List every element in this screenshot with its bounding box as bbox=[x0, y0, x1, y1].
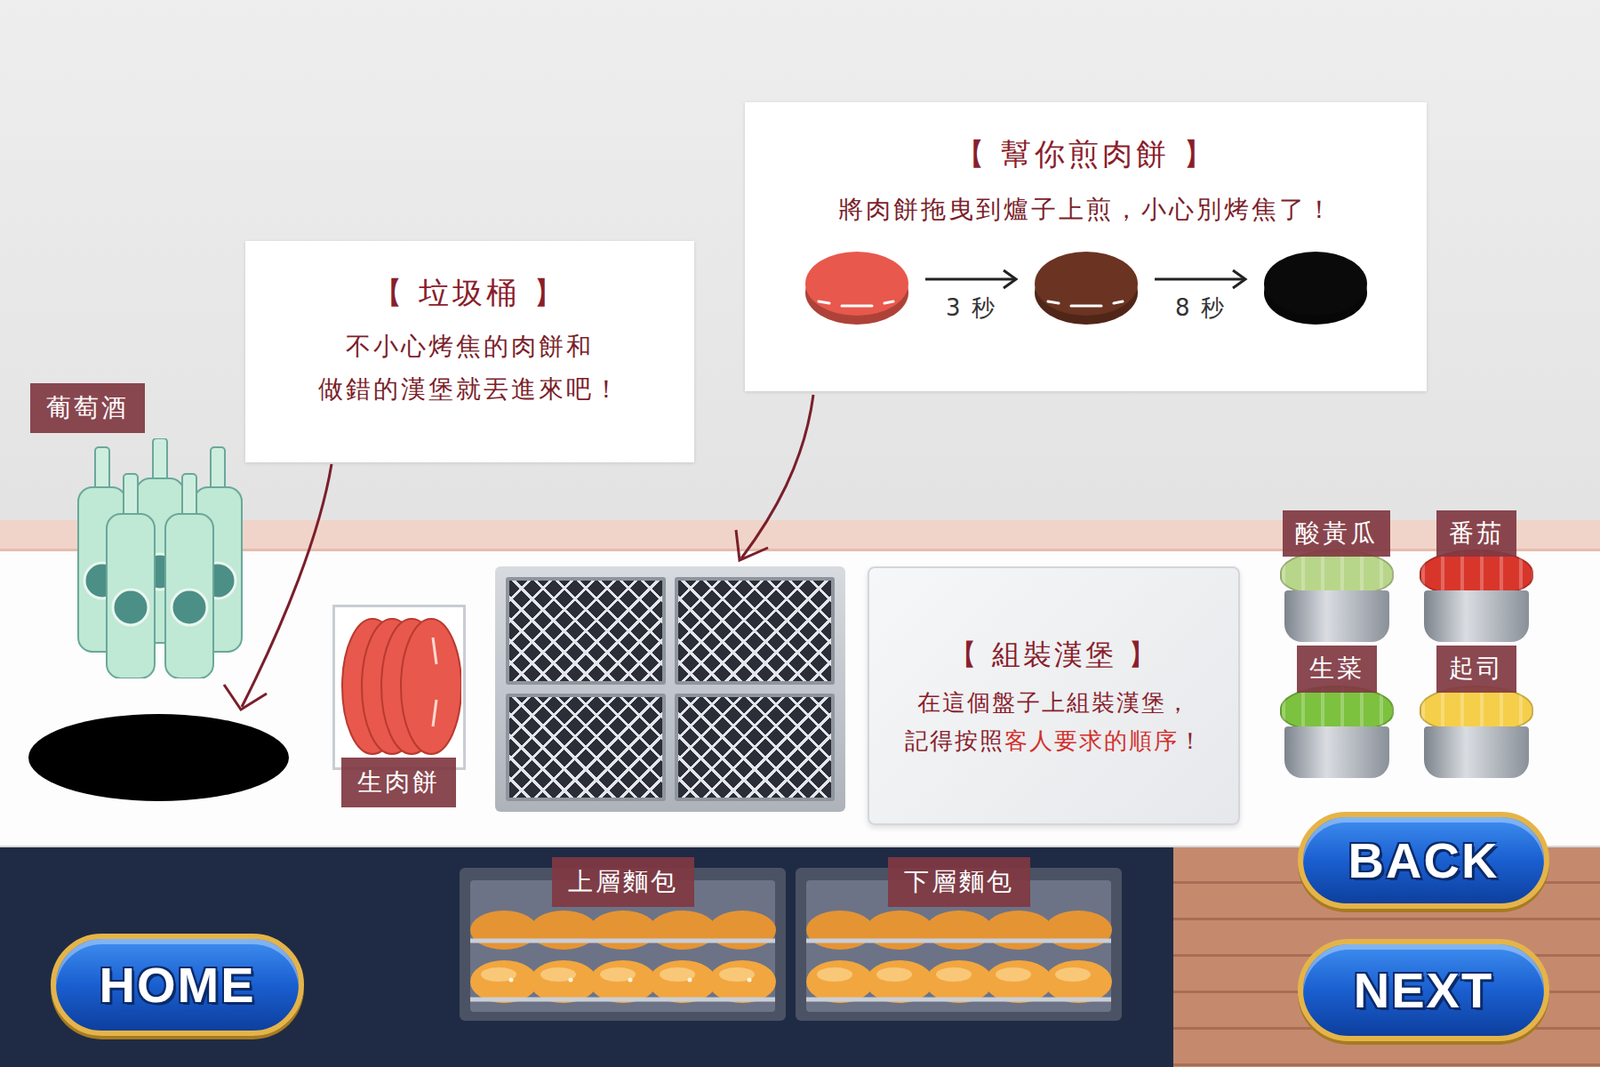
grill-burner[interactable] bbox=[674, 576, 835, 685]
patty-stage-icon bbox=[1028, 246, 1144, 328]
grill-tooltip: 【 幫你煎肉餅 】將肉餅拖曳到爐子上煎，小心別烤焦了！ 3 秒 8 秒 bbox=[744, 102, 1427, 392]
plate-title: 【 組裝漢堡 】 bbox=[948, 635, 1159, 675]
patty-stage-icon bbox=[799, 246, 915, 328]
tooltip-title: 【 幫你煎肉餅 】 bbox=[954, 134, 1218, 176]
ingredient-label: 生菜 bbox=[1296, 645, 1377, 692]
bread-drawer[interactable]: 下層麵包 bbox=[795, 867, 1122, 1021]
ingredient-bowl-icon bbox=[1418, 685, 1535, 778]
tooltip-text: 將肉餅拖曳到爐子上煎，小心別烤焦了！ bbox=[838, 192, 1335, 227]
ingredient[interactable]: 酸黃瓜 bbox=[1271, 510, 1403, 642]
bread-label: 上層麵包 bbox=[552, 856, 695, 907]
plate-text-segment: ！ bbox=[1178, 727, 1204, 754]
trash-tooltip: 【 垃圾桶 】不小心烤焦的肉餅和做錯的漢堡就丟進來吧！ bbox=[245, 240, 695, 463]
bowl-tub bbox=[1284, 590, 1390, 642]
bowl-tub bbox=[1284, 726, 1390, 778]
stage-arrow: 8 秒 bbox=[1151, 246, 1251, 324]
raw-patties: 生肉餅 bbox=[324, 604, 473, 808]
tooltip-text: 做錯的漢堡就丟進來吧！ bbox=[318, 372, 622, 407]
assembly-plate[interactable]: 【 組裝漢堡 】在這個盤子上組裝漢堡， 記得按照客人要求的順序！ bbox=[867, 566, 1240, 825]
trash-can[interactable] bbox=[28, 713, 289, 801]
arrow-icon bbox=[1151, 265, 1251, 293]
ingredient-label: 酸黃瓜 bbox=[1282, 510, 1391, 557]
arrow-icon bbox=[921, 265, 1022, 293]
plate-text: 記得按照客人要求的順序！ bbox=[904, 725, 1204, 757]
ingredient-label: 起司 bbox=[1436, 645, 1517, 692]
cooking-stages: 3 秒 8 秒 bbox=[799, 246, 1374, 328]
tooltip-title: 【 垃圾桶 】 bbox=[372, 272, 568, 314]
ingredient-label: 番茄 bbox=[1436, 510, 1517, 557]
ingredient-bowl-icon bbox=[1418, 549, 1535, 642]
grill-burner[interactable] bbox=[505, 693, 666, 801]
ingredient[interactable]: 起司 bbox=[1411, 645, 1544, 777]
bread-label: 下層麵包 bbox=[888, 856, 1031, 907]
game-scene: 上層麵包下層麵包葡萄酒生肉餅【 組裝漢堡 】在這個盤子上組裝漢堡，記得按照客人要… bbox=[0, 0, 1600, 1067]
ingredient-bowl-icon bbox=[1279, 685, 1395, 778]
bread-drawer[interactable]: 上層麵包 bbox=[459, 867, 786, 1021]
stage-arrow: 3 秒 bbox=[921, 246, 1022, 324]
wine-label: 葡萄酒 bbox=[30, 383, 145, 433]
trash-arrow-icon bbox=[241, 464, 332, 707]
plate-text-segment: 在這個盤子上組裝漢堡， bbox=[917, 688, 1192, 716]
wine-bottles-icon[interactable] bbox=[60, 438, 248, 679]
grill-burner[interactable] bbox=[674, 693, 835, 801]
ingredient-bowl-icon bbox=[1279, 549, 1395, 642]
home-button[interactable]: HOME bbox=[50, 933, 304, 1036]
ingredient[interactable]: 番茄 bbox=[1411, 510, 1544, 642]
grill-arrowhead-icon bbox=[736, 529, 768, 560]
bowl-tub bbox=[1424, 726, 1529, 778]
grill[interactable] bbox=[495, 566, 846, 812]
ingredients: 酸黃瓜番茄生菜 起司 bbox=[1271, 510, 1543, 778]
patty-stage-icon bbox=[1257, 246, 1374, 328]
raw-patty-icon bbox=[336, 610, 462, 762]
trash-arrowhead-icon bbox=[224, 684, 267, 710]
patty-tray[interactable] bbox=[332, 604, 466, 770]
ingredient[interactable]: 生菜 bbox=[1271, 645, 1403, 777]
grill-arrow-icon bbox=[741, 394, 814, 559]
next-button[interactable]: NEXT bbox=[1297, 938, 1550, 1041]
bowl-tub bbox=[1424, 590, 1529, 642]
plate-text-segment: 客人要求的順序 bbox=[1004, 727, 1179, 754]
stage-time: 8 秒 bbox=[1175, 292, 1226, 324]
plate-text: 在這個盤子上組裝漢堡， bbox=[917, 687, 1192, 719]
grill-burner[interactable] bbox=[505, 576, 666, 685]
back-button[interactable]: BACK bbox=[1297, 811, 1550, 909]
stage-time: 3 秒 bbox=[945, 292, 997, 324]
tooltip-text: 不小心烤焦的肉餅和 bbox=[345, 329, 594, 364]
plate-text-segment: 記得按照 bbox=[904, 727, 1005, 754]
raw-patty-label: 生肉餅 bbox=[341, 757, 456, 808]
